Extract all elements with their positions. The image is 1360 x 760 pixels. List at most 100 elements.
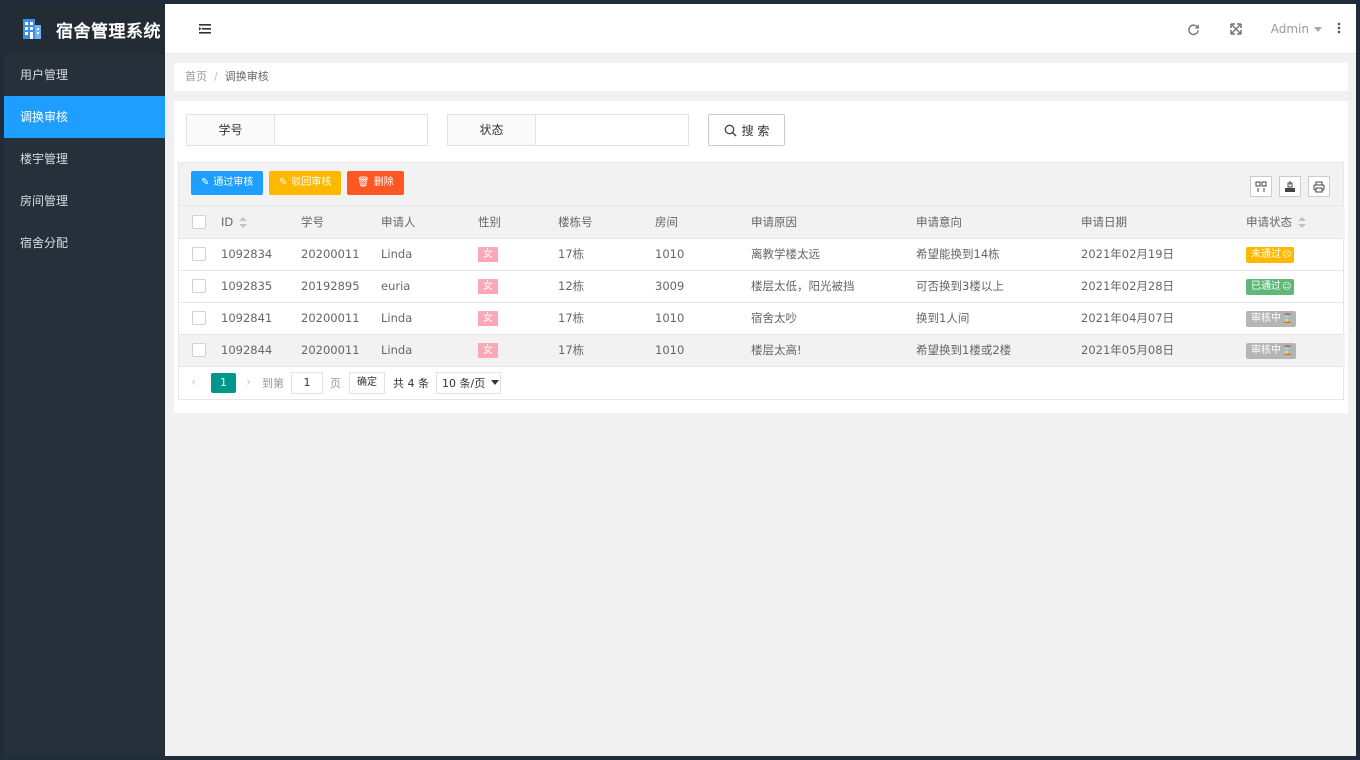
student-id-label: 学号 bbox=[187, 115, 275, 145]
approve-button-label: 通过审核 bbox=[213, 177, 254, 188]
cell-reason: 楼层太低，阳光被挡 bbox=[751, 270, 916, 303]
cell-room: 1010 bbox=[655, 334, 751, 367]
gender-badge: 女 bbox=[478, 279, 498, 294]
column-header-date: 申请日期 bbox=[1081, 206, 1246, 239]
cell-student-id: 20192895 bbox=[301, 270, 381, 303]
header-tools: Admin bbox=[1173, 4, 1356, 54]
status-input[interactable] bbox=[536, 115, 688, 145]
goto-confirm-button[interactable]: 确定 bbox=[349, 371, 385, 394]
cell-id: 1092844 bbox=[221, 334, 301, 367]
cell-room: 3009 bbox=[655, 270, 751, 303]
columns-filter-icon[interactable] bbox=[1250, 176, 1272, 197]
student-id-group: 学号 bbox=[186, 114, 428, 146]
cell-student-id: 20200011 bbox=[301, 302, 381, 335]
cell-building: 17栋 bbox=[558, 334, 655, 367]
brand: 宿舍管理系统 bbox=[4, 4, 165, 54]
sidebar: 宿舍管理系统 用户管理 调换审核 楼宇管理 房间管理 宿舍分配 bbox=[4, 4, 165, 756]
cell-room: 1010 bbox=[655, 238, 751, 271]
sidebar-item-users[interactable]: 用户管理 bbox=[4, 54, 165, 96]
page-number-input[interactable] bbox=[291, 371, 323, 394]
happy-face-icon: ☺ bbox=[1282, 281, 1292, 292]
cell-applicant: euria bbox=[381, 270, 478, 303]
sidebar-item-rooms[interactable]: 房间管理 bbox=[4, 180, 165, 222]
search-button[interactable]: 搜 索 bbox=[708, 114, 785, 146]
page-size-select[interactable]: 10 条/页 bbox=[436, 371, 501, 394]
cell-reason: 楼层太高! bbox=[751, 334, 916, 367]
table-row[interactable]: 1092841 20200011 Linda 女 17栋 1010 宿舍太吵 换… bbox=[179, 302, 1345, 335]
data-table: ✎ 通过审核 ✎ 驳回审核 🗑 删除 ID 学号 申请人 性别 楼栋号 房间 申… bbox=[178, 162, 1345, 400]
hourglass-icon: ⌛ bbox=[1282, 345, 1294, 356]
page-size-value: 10 条/页 bbox=[442, 376, 486, 390]
gender-badge: 女 bbox=[478, 311, 498, 326]
cell-applicant: Linda bbox=[381, 302, 478, 335]
cell-date: 2021年02月28日 bbox=[1081, 270, 1246, 303]
status-badge: 审核中⌛ bbox=[1246, 342, 1297, 359]
cell-room: 1010 bbox=[655, 302, 751, 335]
refresh-icon[interactable] bbox=[1187, 22, 1201, 36]
table-toolbar: ✎ 通过审核 ✎ 驳回审核 🗑 删除 bbox=[179, 163, 1343, 206]
page-unit-label: 页 bbox=[330, 376, 341, 390]
gender-badge: 女 bbox=[478, 343, 498, 358]
export-icon[interactable] bbox=[1279, 176, 1301, 197]
cell-student-id: 20200011 bbox=[301, 334, 381, 367]
chevron-down-icon bbox=[491, 380, 500, 385]
chevron-down-icon bbox=[1314, 26, 1322, 32]
table-row[interactable]: 1092834 20200011 Linda 女 17栋 1010 离教学楼太远… bbox=[179, 238, 1345, 271]
search-button-label: 搜 索 bbox=[741, 123, 770, 138]
cell-id: 1092835 bbox=[221, 270, 301, 303]
building-icon bbox=[23, 19, 41, 39]
cell-student-id: 20200011 bbox=[301, 238, 381, 271]
next-page-icon[interactable]: › bbox=[246, 375, 262, 390]
cell-applicant: Linda bbox=[381, 238, 478, 271]
column-header-room: 房间 bbox=[655, 206, 751, 239]
top-header: Admin bbox=[165, 4, 1356, 54]
student-id-input[interactable] bbox=[275, 115, 427, 145]
select-all-checkbox[interactable] bbox=[192, 215, 206, 229]
more-icon[interactable] bbox=[1332, 22, 1346, 37]
prev-page-icon[interactable]: ‹ bbox=[191, 375, 207, 390]
cell-id: 1092834 bbox=[221, 238, 301, 271]
breadcrumb-home[interactable]: 首页 bbox=[185, 70, 207, 83]
table-row[interactable]: 1092844 20200011 Linda 女 17栋 1010 楼层太高! … bbox=[179, 334, 1345, 367]
fullscreen-icon[interactable] bbox=[1229, 22, 1243, 36]
column-header-status[interactable]: 申请状态 bbox=[1246, 206, 1345, 239]
sidebar-item-swap-review[interactable]: 调换审核 bbox=[4, 96, 165, 138]
status-badge: 审核中⌛ bbox=[1246, 310, 1297, 327]
row-checkbox[interactable] bbox=[192, 279, 206, 294]
cell-date: 2021年02月19日 bbox=[1081, 238, 1246, 271]
column-header-building: 楼栋号 bbox=[558, 206, 655, 239]
cell-intent: 希望换到1楼或2楼 bbox=[916, 334, 1081, 367]
reject-button[interactable]: ✎ 驳回审核 bbox=[269, 171, 342, 195]
row-checkbox[interactable] bbox=[192, 343, 206, 358]
delete-button[interactable]: 🗑 删除 bbox=[347, 171, 404, 195]
main-area: Admin 首页 / 调换审核 学号 状态 搜 索 ✎ 通过审核 ✎ 驳回审核 … bbox=[165, 4, 1356, 756]
status-badge: 未通过☹ bbox=[1246, 246, 1295, 263]
page-1-button[interactable]: 1 bbox=[211, 372, 236, 393]
menu-toggle-icon[interactable] bbox=[199, 22, 213, 36]
app-window: 宿舍管理系统 用户管理 调换审核 楼宇管理 房间管理 宿舍分配 Admin 首页… bbox=[4, 4, 1356, 756]
table-row[interactable]: 1092835 20192895 euria 女 12栋 3009 楼层太低，阳… bbox=[179, 270, 1345, 303]
sort-icon[interactable] bbox=[239, 216, 248, 228]
sidebar-item-dorm-assign[interactable]: 宿舍分配 bbox=[4, 222, 165, 264]
row-checkbox[interactable] bbox=[192, 247, 206, 262]
delete-button-label: 删除 bbox=[373, 177, 394, 188]
print-icon[interactable] bbox=[1308, 176, 1330, 197]
cell-date: 2021年05月08日 bbox=[1081, 334, 1246, 367]
column-header-id[interactable]: ID bbox=[221, 206, 301, 239]
cell-intent: 可否换到3楼以上 bbox=[916, 270, 1081, 303]
cell-building: 17栋 bbox=[558, 302, 655, 335]
cell-date: 2021年04月07日 bbox=[1081, 302, 1246, 335]
row-checkbox[interactable] bbox=[192, 311, 206, 326]
goto-label: 到第 bbox=[262, 376, 284, 390]
cell-applicant: Linda bbox=[381, 334, 478, 367]
sort-icon[interactable] bbox=[1298, 216, 1306, 228]
cell-intent: 希望能换到14栋 bbox=[916, 238, 1081, 271]
status-badge: 已通过☺ bbox=[1246, 278, 1295, 295]
breadcrumb-separator: / bbox=[214, 70, 218, 83]
approve-button[interactable]: ✎ 通过审核 bbox=[191, 171, 264, 195]
breadcrumb: 首页 / 调换审核 bbox=[174, 63, 1348, 91]
cell-building: 12栋 bbox=[558, 270, 655, 303]
user-menu[interactable]: Admin bbox=[1271, 22, 1322, 36]
edit-icon: ✎ bbox=[279, 177, 288, 188]
sidebar-item-buildings[interactable]: 楼宇管理 bbox=[4, 138, 165, 180]
